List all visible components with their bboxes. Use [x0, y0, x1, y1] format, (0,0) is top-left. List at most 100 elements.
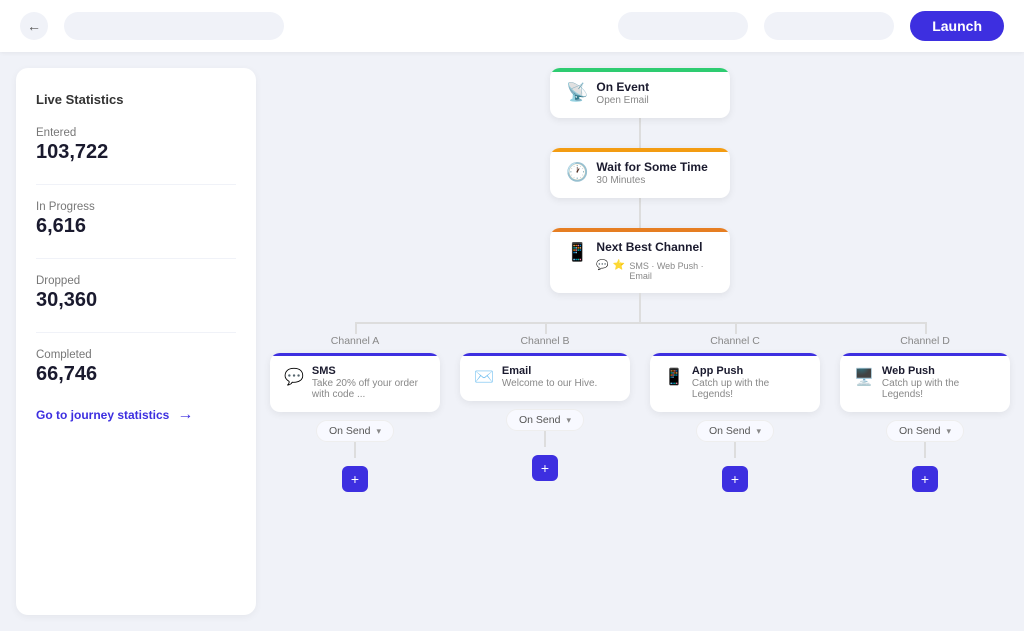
dropped-label: Dropped — [36, 275, 236, 287]
v-drop-d — [925, 322, 927, 334]
channel-c-card[interactable]: 📱 App Push Catch up with the Legends! — [650, 353, 820, 412]
channel-b-on-send[interactable]: On Send ▾ — [506, 409, 584, 431]
channel-b-subtitle: Welcome to our Hive. — [502, 378, 597, 389]
small-connector-d — [924, 442, 926, 458]
channel-b-card[interactable]: ✉️ Email Welcome to our Hive. — [460, 353, 630, 401]
stat-in-progress: In Progress 6,616 — [36, 201, 236, 238]
wait-title: Wait for Some Time — [596, 160, 707, 174]
small-connector-c — [734, 442, 736, 458]
channel-a-header: 💬 SMS Take 20% off your order with code … — [284, 365, 426, 400]
app-push-icon: 📱 — [664, 367, 684, 387]
launch-button[interactable]: Launch — [910, 11, 1004, 41]
nav-search-bar — [618, 12, 748, 40]
sidebar-title: Live Statistics — [36, 92, 236, 107]
channel-d-on-send[interactable]: On Send ▾ — [886, 420, 964, 442]
v-connector-nbc — [639, 293, 641, 323]
branch-h-connector — [260, 293, 1020, 323]
on-send-b-label: On Send — [519, 414, 560, 426]
on-event-subtitle: Open Email — [596, 95, 649, 106]
go-journey-arrow-icon: → — [177, 406, 193, 424]
nbc-icons-row: 💬 ⭐ SMS · Web Push · Email — [596, 260, 714, 281]
stat-entered: Entered 103,722 — [36, 127, 236, 164]
channel-a-title: SMS — [312, 365, 426, 377]
nbc-title: Next Best Channel — [596, 240, 714, 254]
in-progress-value: 6,616 — [36, 215, 236, 238]
completed-label: Completed — [36, 349, 236, 361]
channel-c-title: App Push — [692, 365, 806, 377]
dropped-value: 30,360 — [36, 289, 236, 312]
channel-a-card[interactable]: 💬 SMS Take 20% off your order with code … — [270, 353, 440, 412]
top-nav: ← Launch — [0, 0, 1024, 52]
node-on-event[interactable]: 📡 On Event Open Email — [550, 68, 730, 118]
entered-value: 103,722 — [36, 141, 236, 164]
channel-b-title: Email — [502, 365, 597, 377]
channel-d-card[interactable]: 🖥️ Web Push Catch up with the Legends! — [840, 353, 1010, 412]
node-on-event-header: 📡 On Event Open Email — [566, 80, 714, 106]
plus-button-c[interactable]: + — [722, 466, 748, 492]
branch-d: Channel D 🖥️ Web Push Catch up with the … — [840, 335, 1010, 492]
branch-a-label: Channel A — [331, 335, 379, 347]
nbc-star-icon: ⭐ — [613, 260, 625, 281]
divider-2 — [36, 258, 236, 259]
on-send-d-label: On Send — [899, 425, 940, 437]
on-event-icon: 📡 — [566, 82, 588, 103]
sidebar: Live Statistics Entered 103,722 In Progr… — [16, 68, 256, 615]
web-push-icon: 🖥️ — [854, 367, 874, 387]
back-button[interactable]: ← — [20, 12, 48, 40]
small-connector-b — [544, 431, 546, 447]
wait-icon: 🕐 — [566, 162, 588, 183]
nav-title-bar — [64, 12, 284, 40]
go-journey-link[interactable]: Go to journey statistics → — [36, 406, 236, 424]
plus-button-d[interactable]: + — [912, 466, 938, 492]
channel-b-header: ✉️ Email Welcome to our Hive. — [474, 365, 616, 389]
on-send-a-label: On Send — [329, 425, 370, 437]
connector-1 — [639, 118, 641, 148]
in-progress-label: In Progress — [36, 201, 236, 213]
channel-c-on-send[interactable]: On Send ▾ — [696, 420, 774, 442]
node-wait-header: 🕐 Wait for Some Time 30 Minutes — [566, 160, 714, 186]
wait-subtitle: 30 Minutes — [596, 175, 707, 186]
v-drop-a — [355, 322, 357, 334]
channel-c-subtitle: Catch up with the Legends! — [692, 378, 806, 400]
on-send-b-caret: ▾ — [566, 415, 571, 426]
nav-input-bar — [764, 12, 894, 40]
divider-3 — [36, 332, 236, 333]
connector-2 — [639, 198, 641, 228]
v-drop-b — [545, 322, 547, 334]
branch-c: Channel C 📱 App Push Catch up with the L… — [650, 335, 820, 492]
branch-c-label: Channel C — [710, 335, 760, 347]
nbc-icon: 📱 — [566, 242, 588, 263]
plus-button-b[interactable]: + — [532, 455, 558, 481]
flow-diagram: 📡 On Event Open Email 🕐 Wait for Some Ti… — [272, 68, 1008, 492]
branch-b-label: Channel B — [520, 335, 569, 347]
stat-dropped: Dropped 30,360 — [36, 275, 236, 312]
node-nbc-header: 📱 Next Best Channel 💬 ⭐ SMS · Web Push ·… — [566, 240, 714, 281]
flow-canvas: 📡 On Event Open Email 🕐 Wait for Some Ti… — [256, 52, 1024, 631]
node-next-best-channel[interactable]: 📱 Next Best Channel 💬 ⭐ SMS · Web Push ·… — [550, 228, 730, 293]
node-wait[interactable]: 🕐 Wait for Some Time 30 Minutes — [550, 148, 730, 198]
nbc-subtitle: SMS · Web Push · Email — [629, 261, 714, 281]
channel-a-on-send[interactable]: On Send ▾ — [316, 420, 394, 442]
on-event-title: On Event — [596, 80, 649, 94]
on-send-c-caret: ▾ — [756, 426, 761, 437]
small-connector-a — [354, 442, 356, 458]
go-journey-label: Go to journey statistics — [36, 408, 169, 422]
branch-d-label: Channel D — [900, 335, 950, 347]
completed-value: 66,746 — [36, 363, 236, 386]
stat-completed: Completed 66,746 — [36, 349, 236, 386]
channel-d-title: Web Push — [882, 365, 996, 377]
on-send-c-label: On Send — [709, 425, 750, 437]
divider-1 — [36, 184, 236, 185]
entered-label: Entered — [36, 127, 236, 139]
channel-d-subtitle: Catch up with the Legends! — [882, 378, 996, 400]
branch-a: Channel A 💬 SMS Take 20% off your order … — [270, 335, 440, 492]
channel-c-header: 📱 App Push Catch up with the Legends! — [664, 365, 806, 400]
branch-row: Channel A 💬 SMS Take 20% off your order … — [260, 335, 1020, 492]
main-content: Live Statistics Entered 103,722 In Progr… — [0, 52, 1024, 631]
sms-icon: 💬 — [284, 367, 304, 387]
on-send-a-caret: ▾ — [376, 426, 381, 437]
on-send-d-caret: ▾ — [946, 426, 951, 437]
email-icon: ✉️ — [474, 367, 494, 387]
plus-button-a[interactable]: + — [342, 466, 368, 492]
h-branch-line — [355, 322, 925, 324]
